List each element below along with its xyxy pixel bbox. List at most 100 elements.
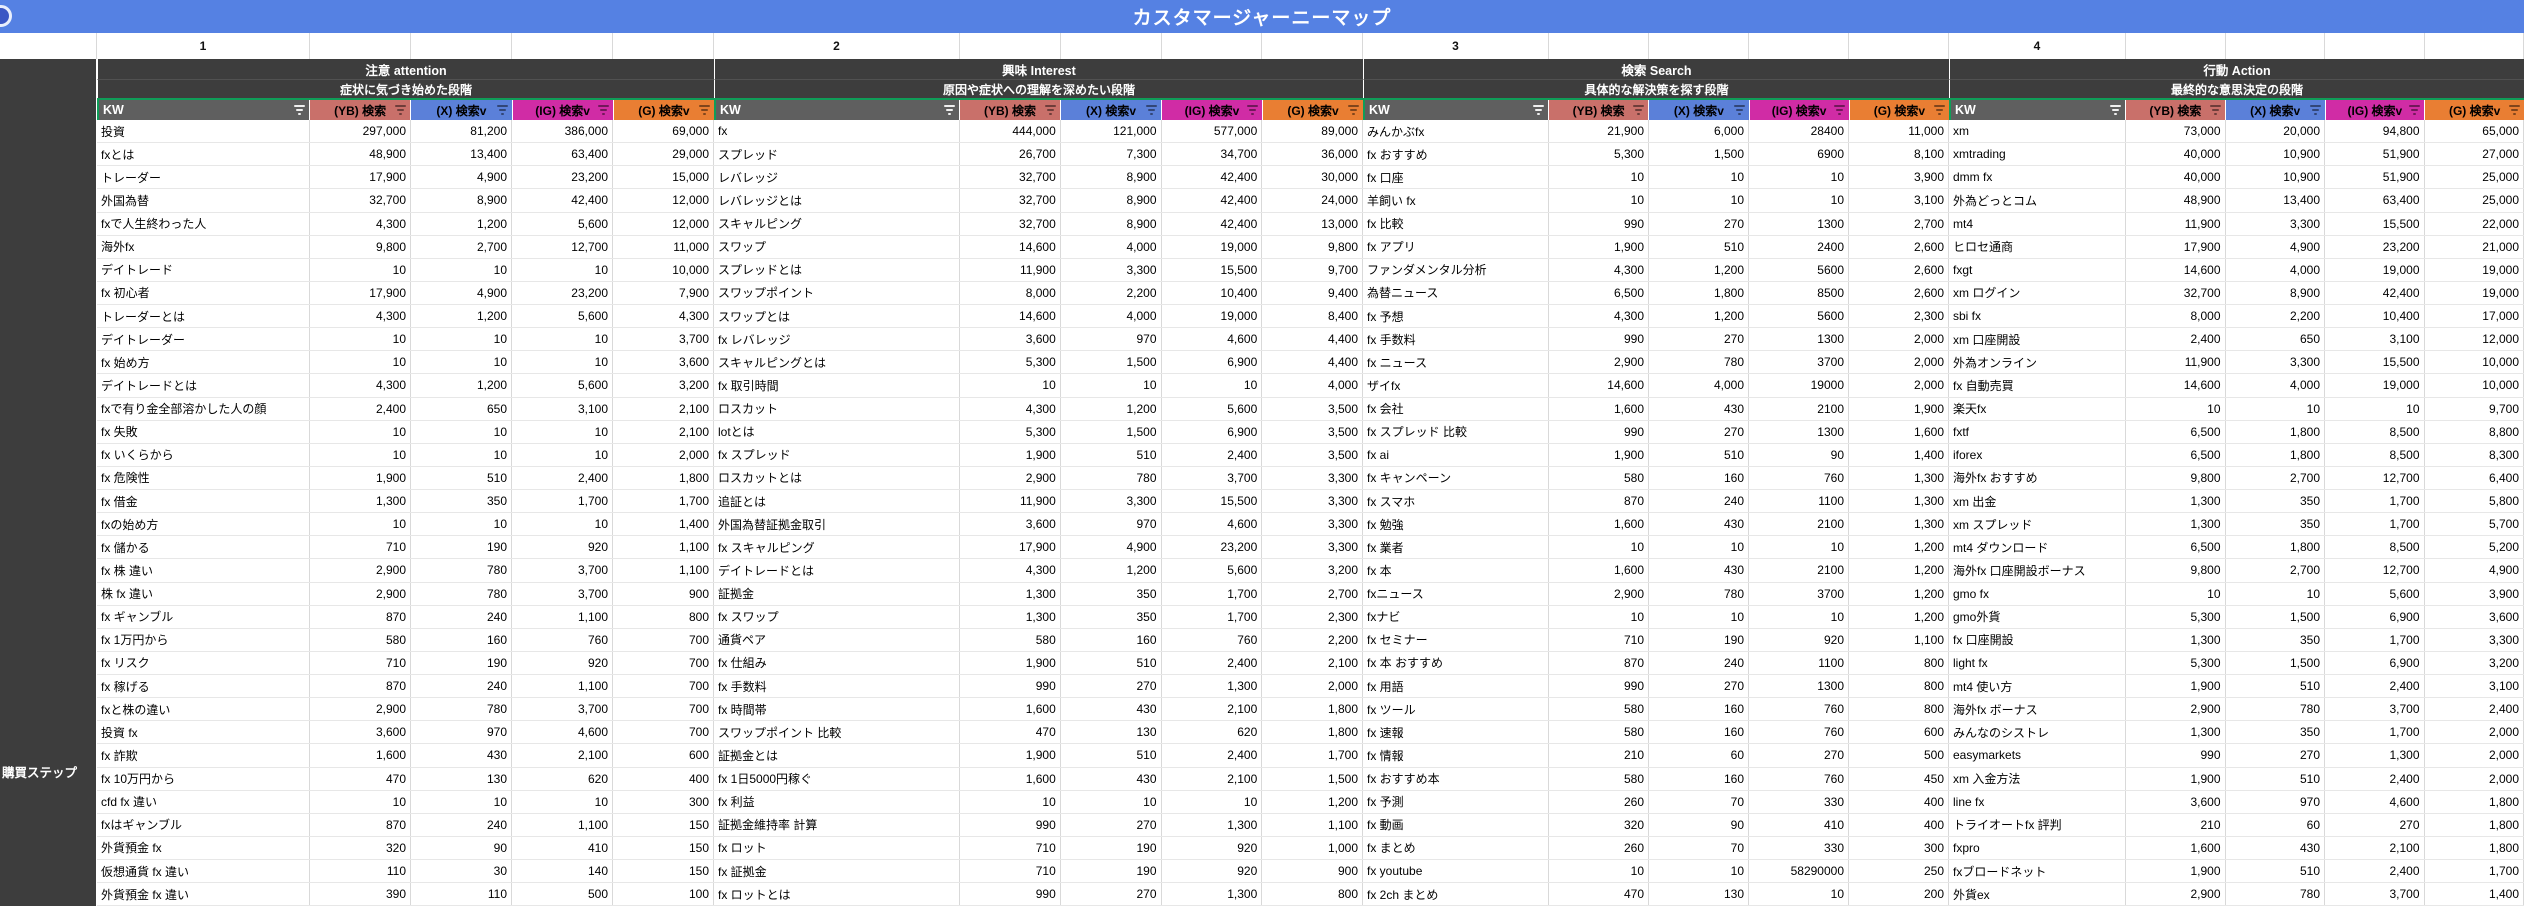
g-value-cell[interactable]: 3,500 — [1262, 420, 1363, 443]
yb-value-cell[interactable]: 5,300 — [1549, 143, 1649, 166]
x-value-cell[interactable]: 1,800 — [2226, 420, 2325, 443]
kw-cell[interactable]: 外国為替 — [97, 189, 310, 212]
x-value-cell[interactable]: 780 — [411, 559, 512, 582]
x-value-cell[interactable]: 350 — [1061, 582, 1162, 605]
g-value-cell[interactable]: 11,000 — [613, 235, 714, 258]
g-value-cell[interactable]: 800 — [613, 605, 714, 628]
filter-icon[interactable] — [2110, 105, 2121, 115]
x-value-cell[interactable]: 430 — [1061, 698, 1162, 721]
yb-value-cell[interactable]: 990 — [1549, 328, 1649, 351]
x-value-cell[interactable]: 2,700 — [411, 235, 512, 258]
g-header-chip[interactable]: (G) 検索v — [1849, 100, 1949, 120]
kw-cell[interactable]: fx 株 違い — [97, 559, 310, 582]
x-value-cell[interactable]: 4,900 — [1061, 536, 1162, 559]
kw-cell[interactable]: fxとは — [97, 143, 310, 166]
ig-value-cell[interactable]: 1,700 — [1162, 582, 1263, 605]
kw-cell[interactable]: デイトレード — [97, 258, 310, 281]
g-value-cell[interactable]: 300 — [613, 790, 714, 813]
yb-value-cell[interactable]: 1,600 — [1549, 513, 1649, 536]
kw-cell[interactable]: fx 動画 — [1363, 813, 1549, 836]
g-value-cell[interactable]: 13,000 — [1262, 212, 1363, 235]
yb-value-cell[interactable]: 1,300 — [310, 490, 411, 513]
yb-value-cell[interactable]: 444,000 — [960, 120, 1061, 143]
yb-value-cell[interactable]: 10 — [2126, 582, 2226, 605]
yb-value-cell[interactable]: 9,800 — [2126, 559, 2226, 582]
g-header-chip[interactable]: (G) 検索v — [2425, 100, 2524, 120]
kw-cell[interactable]: デイトレードとは — [714, 559, 960, 582]
x-value-cell[interactable]: 650 — [411, 397, 512, 420]
kw-cell[interactable]: fx 取引時間 — [714, 374, 960, 397]
ig-value-cell[interactable]: 10 — [1749, 166, 1849, 189]
ig-value-cell[interactable]: 760 — [1749, 466, 1849, 489]
yb-value-cell[interactable]: 10 — [310, 420, 411, 443]
g-value-cell[interactable]: 29,000 — [613, 143, 714, 166]
ig-value-cell[interactable]: 8,500 — [2325, 420, 2425, 443]
filter-icon[interactable] — [496, 105, 508, 115]
ig-value-cell[interactable]: 5600 — [1749, 305, 1849, 328]
yb-value-cell[interactable]: 210 — [2126, 813, 2226, 836]
x-value-cell[interactable]: 13,400 — [2226, 189, 2325, 212]
g-value-cell[interactable]: 200 — [1849, 883, 1949, 906]
g-value-cell[interactable]: 5,700 — [2425, 513, 2524, 536]
x-value-cell[interactable]: 110 — [411, 883, 512, 906]
yb-value-cell[interactable]: 32,700 — [960, 166, 1061, 189]
x-value-cell[interactable]: 1,500 — [2226, 651, 2325, 674]
yb-value-cell[interactable]: 14,600 — [2126, 374, 2226, 397]
yb-value-cell[interactable]: 40,000 — [2126, 166, 2226, 189]
x-value-cell[interactable]: 270 — [1649, 328, 1749, 351]
yb-header-chip[interactable]: (YB) 検索 — [1549, 100, 1650, 120]
yb-value-cell[interactable]: 470 — [310, 767, 411, 790]
ig-value-cell[interactable]: 10,400 — [2325, 305, 2425, 328]
kw-cell[interactable]: fx レバレッジ — [714, 328, 960, 351]
x-value-cell[interactable]: 510 — [1061, 443, 1162, 466]
x-value-cell[interactable]: 130 — [411, 767, 512, 790]
x-value-cell[interactable]: 240 — [411, 813, 512, 836]
g-value-cell[interactable]: 800 — [1262, 883, 1363, 906]
yb-value-cell[interactable]: 2,900 — [310, 559, 411, 582]
g-value-cell[interactable]: 800 — [1849, 675, 1949, 698]
g-value-cell[interactable]: 1,800 — [1262, 698, 1363, 721]
yb-value-cell[interactable]: 40,000 — [2126, 143, 2226, 166]
yb-value-cell[interactable]: 2,900 — [310, 698, 411, 721]
yb-value-cell[interactable]: 10 — [310, 328, 411, 351]
x-value-cell[interactable]: 780 — [1061, 466, 1162, 489]
ig-value-cell[interactable]: 5600 — [1749, 258, 1849, 281]
yb-value-cell[interactable]: 11,900 — [960, 490, 1061, 513]
g-value-cell[interactable]: 800 — [1849, 698, 1949, 721]
ig-value-cell[interactable]: 5,600 — [1162, 559, 1263, 582]
ig-value-cell[interactable]: 920 — [512, 651, 613, 674]
yb-value-cell[interactable]: 580 — [1549, 466, 1649, 489]
yb-value-cell[interactable]: 990 — [1549, 420, 1649, 443]
g-value-cell[interactable]: 450 — [1849, 767, 1949, 790]
x-value-cell[interactable]: 240 — [411, 605, 512, 628]
kw-cell[interactable]: fxpro — [1949, 836, 2126, 859]
yb-value-cell[interactable]: 10 — [1549, 166, 1649, 189]
ig-value-cell[interactable]: 19,000 — [2325, 258, 2425, 281]
kw-cell[interactable]: 外国為替証拠金取引 — [714, 513, 960, 536]
x-value-cell[interactable]: 1,200 — [1649, 258, 1749, 281]
g-value-cell[interactable]: 1,300 — [1849, 466, 1949, 489]
g-value-cell[interactable]: 1,900 — [1849, 397, 1949, 420]
yb-value-cell[interactable]: 10 — [310, 790, 411, 813]
x-value-cell[interactable]: 430 — [1649, 559, 1749, 582]
g-value-cell[interactable]: 250 — [1849, 860, 1949, 883]
kw-cell[interactable]: 外為オンライン — [1949, 351, 2126, 374]
g-value-cell[interactable]: 1,800 — [2425, 836, 2524, 859]
kw-cell[interactable]: fx 2ch まとめ — [1363, 883, 1549, 906]
g-value-cell[interactable]: 1,500 — [1262, 767, 1363, 790]
ig-value-cell[interactable]: 8500 — [1749, 281, 1849, 304]
yb-value-cell[interactable]: 17,900 — [310, 281, 411, 304]
kw-cell[interactable]: gmo外貨 — [1949, 605, 2126, 628]
x-value-cell[interactable]: 1,200 — [1061, 397, 1162, 420]
kw-cell[interactable]: sbi fx — [1949, 305, 2126, 328]
g-value-cell[interactable]: 3,200 — [613, 374, 714, 397]
kw-cell[interactable]: xmtrading — [1949, 143, 2126, 166]
yb-value-cell[interactable]: 870 — [310, 605, 411, 628]
kw-cell[interactable]: fx 儲かる — [97, 536, 310, 559]
yb-value-cell[interactable]: 580 — [960, 628, 1061, 651]
g-value-cell[interactable]: 2,000 — [1849, 374, 1949, 397]
x-value-cell[interactable]: 350 — [1061, 605, 1162, 628]
yb-value-cell[interactable]: 32,700 — [960, 212, 1061, 235]
yb-value-cell[interactable]: 8,000 — [2126, 305, 2226, 328]
g-value-cell[interactable]: 4,300 — [613, 305, 714, 328]
